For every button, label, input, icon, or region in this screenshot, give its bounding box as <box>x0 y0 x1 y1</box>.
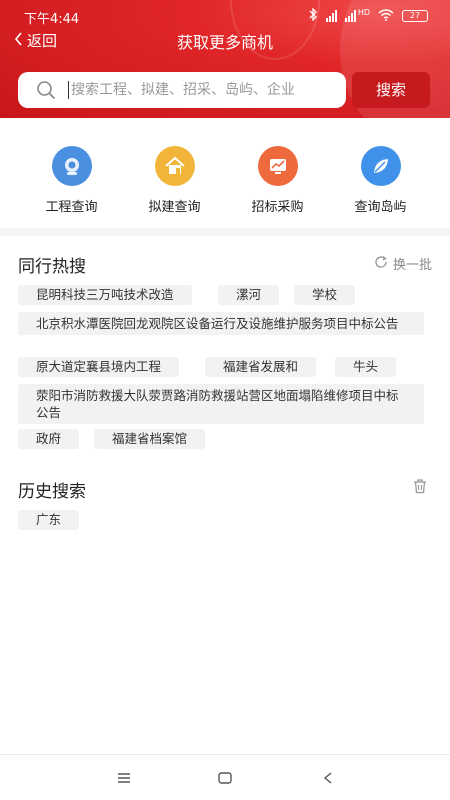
leaf-icon <box>360 146 401 186</box>
quick-nav-bidding[interactable]: 招标采购 <box>226 130 329 225</box>
status-time: 下午4:44 <box>24 12 80 27</box>
search-button[interactable]: 搜索 <box>352 72 430 108</box>
hot-search-tag[interactable]: 漯河 <box>218 285 280 305</box>
signal-icon <box>325 10 337 22</box>
quick-nav-island-query[interactable]: 查询岛屿 <box>329 130 432 225</box>
chart-icon <box>257 146 298 186</box>
refresh-icon <box>374 255 388 273</box>
quick-nav-label: 拟建查询 <box>148 200 201 215</box>
back-nav-icon[interactable] <box>323 769 333 788</box>
history-title: 历史搜索 <box>18 482 86 502</box>
hot-search-tag[interactable]: 福建省档案馆 <box>94 429 206 449</box>
battery-indicator: 27 <box>402 10 428 22</box>
quick-nav-label: 招标采购 <box>251 200 304 215</box>
status-icons: HD 27 <box>308 7 428 24</box>
home-icon[interactable] <box>218 769 232 788</box>
network-label: HD <box>357 7 370 17</box>
page: 下午4:44 HD 27 返回 获取更多商机 搜索工程、拟建、招采、岛屿、企业 … <box>0 0 450 800</box>
refresh-button[interactable]: 换一批 <box>374 254 432 273</box>
quick-nav-planned-query[interactable]: 拟建查询 <box>123 130 226 225</box>
search-input[interactable] <box>71 82 326 98</box>
history-tag[interactable]: 广东 <box>18 510 80 530</box>
system-nav-bar <box>0 754 450 800</box>
house-icon <box>154 146 195 186</box>
signal-hd-icon <box>344 10 356 22</box>
trash-icon[interactable] <box>412 478 428 498</box>
wifi-icon <box>378 8 394 24</box>
hot-search-tag[interactable]: 政府 <box>18 429 80 449</box>
quick-nav-label: 工程查询 <box>45 200 98 215</box>
section-divider <box>0 228 450 236</box>
hot-search-title: 同行热搜 <box>18 257 86 277</box>
refresh-label: 换一批 <box>392 258 432 273</box>
hot-search-tag[interactable]: 原大道定襄县境内工程 <box>18 357 180 377</box>
quick-nav-project-query[interactable]: 工程查询 <box>20 130 123 225</box>
hot-search-tag[interactable]: 学校 <box>294 285 356 305</box>
hot-search-tag[interactable]: 荥阳市消防救援大队荥贾路消防救援站营区地面塌陷维修项目中标公告 <box>18 384 424 424</box>
camera-icon <box>51 146 92 186</box>
bluetooth-icon <box>308 7 318 24</box>
search-box[interactable] <box>18 72 346 108</box>
hot-search-tag[interactable]: 昆明科技三万吨技术改造 <box>18 285 192 305</box>
header: 下午4:44 HD 27 返回 获取更多商机 搜索工程、拟建、招采、岛屿、企业 … <box>0 0 450 118</box>
text-cursor <box>68 81 69 99</box>
nav-bar: 返回 获取更多商机 <box>0 26 450 54</box>
quick-nav: 工程查询 拟建查询 招标采购 查询岛屿 <box>0 130 450 225</box>
hot-search-tag[interactable]: 北京积水潭医院回龙观院区设备运行及设施维护服务项目中标公告 <box>18 312 424 335</box>
menu-icon[interactable] <box>117 769 131 788</box>
page-title: 获取更多商机 <box>176 33 273 52</box>
search-icon <box>36 80 56 100</box>
hot-search-tag[interactable]: 牛头 <box>335 357 397 377</box>
hot-search-tag[interactable]: 福建省发展和 <box>205 357 317 377</box>
quick-nav-label: 查询岛屿 <box>354 200 407 215</box>
search-row: 搜索 <box>18 72 430 108</box>
